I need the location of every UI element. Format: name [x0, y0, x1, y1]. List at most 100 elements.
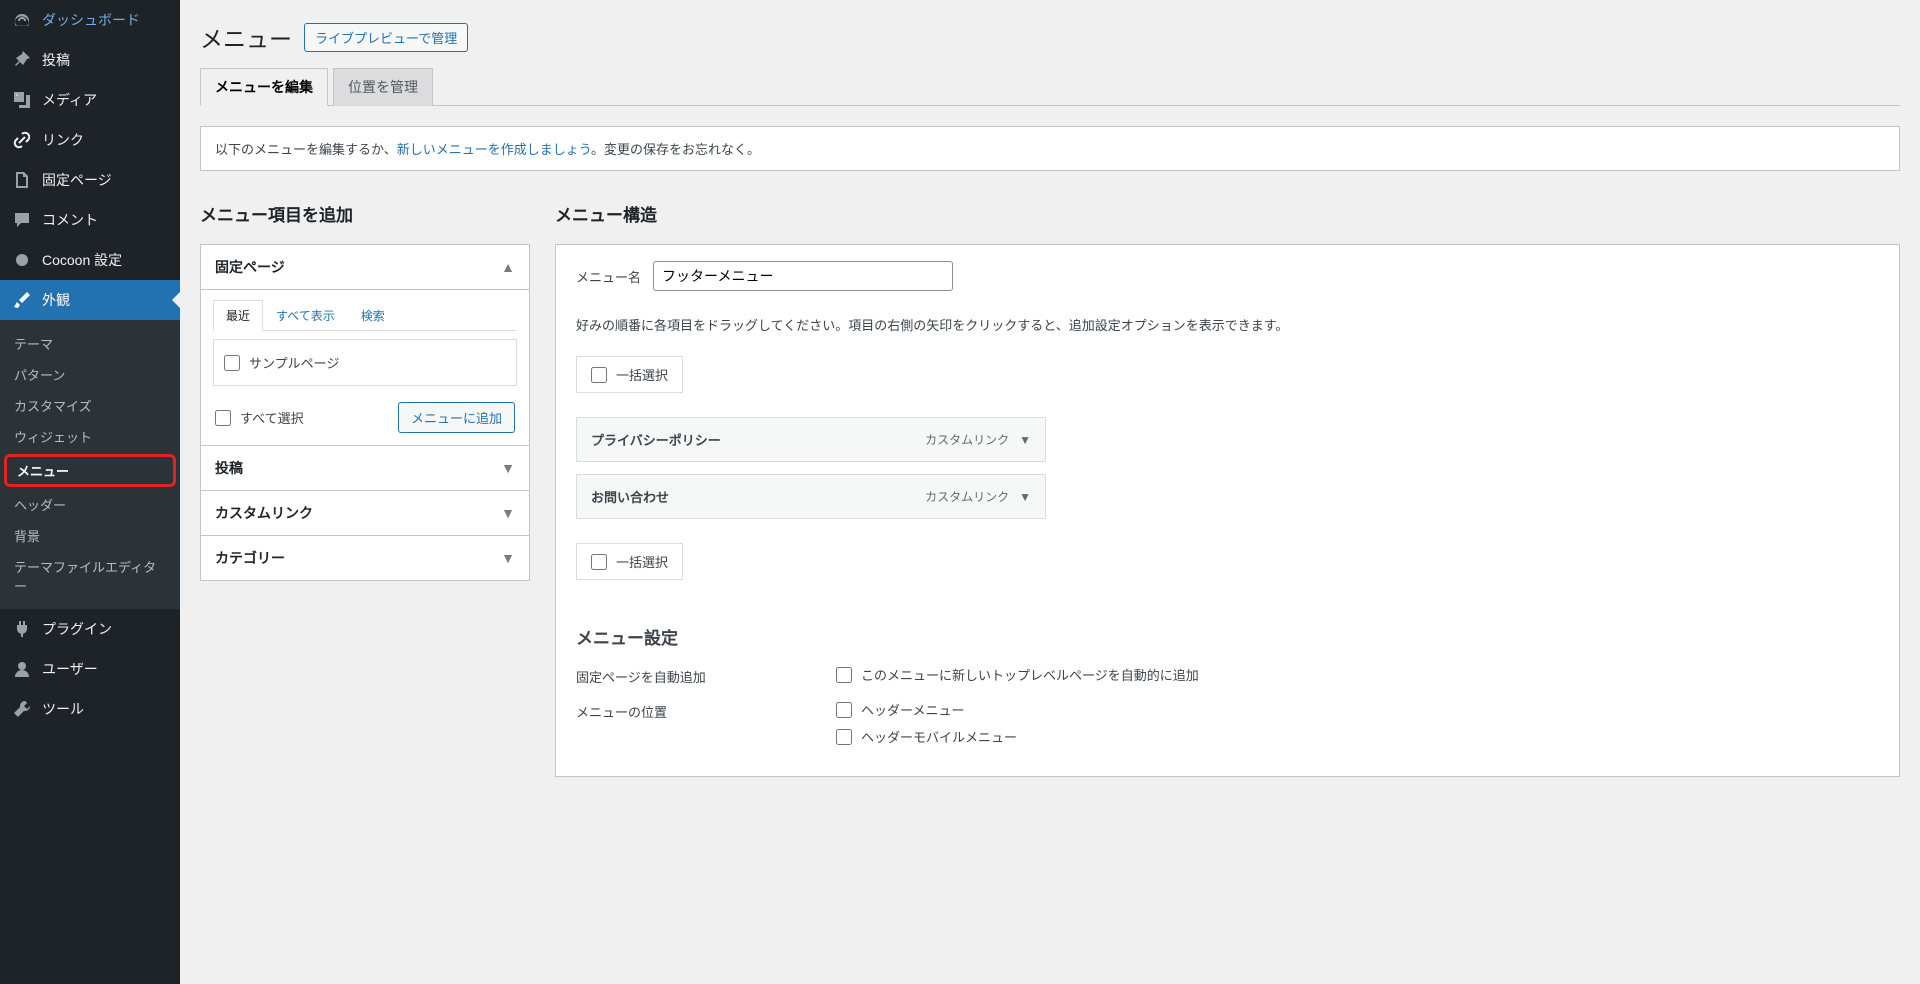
menu-item-meta: カスタムリンク ▼	[925, 431, 1031, 448]
submenu-item-widgets[interactable]: ウィジェット	[0, 421, 180, 452]
sidebar-item-appearance[interactable]: 外観	[0, 280, 180, 320]
tab-edit-menus[interactable]: メニューを編集	[200, 68, 328, 106]
auto-add-row: 固定ページを自動追加 このメニューに新しいトップレベルページを自動的に追加	[576, 665, 1879, 686]
sidebar-item-label: プラグイン	[42, 619, 112, 639]
submenu-item-patterns[interactable]: パターン	[0, 359, 180, 390]
tab-manage-locations[interactable]: 位置を管理	[333, 68, 433, 106]
metabox-posts-header[interactable]: 投稿 ▼	[201, 446, 529, 490]
page-header: メニュー ライブプレビューで管理	[200, 10, 1900, 68]
brush-icon	[12, 290, 32, 310]
sidebar-item-label: 外観	[42, 290, 70, 310]
create-new-menu-link[interactable]: 新しいメニューを作成しましょう	[397, 142, 591, 157]
chevron-up-icon: ▲	[501, 259, 515, 275]
tab-recent[interactable]: 最近	[213, 300, 263, 331]
location-checkbox[interactable]	[836, 702, 852, 718]
menu-name-input[interactable]	[653, 261, 953, 291]
sidebar-item-tools[interactable]: ツール	[0, 689, 180, 729]
edit-notice: 以下のメニューを編集するか、新しいメニューを作成しましょう。変更の保存をお忘れな…	[200, 126, 1900, 171]
menu-item-title: お問い合わせ	[591, 487, 669, 506]
sidebar-item-pages[interactable]: 固定ページ	[0, 160, 180, 200]
admin-sidebar: ダッシュボード 投稿 メディア リンク 固定ページ コメント Cocoon 設定…	[0, 0, 180, 984]
sidebar-item-label: ツール	[42, 699, 84, 719]
dashboard-icon	[12, 10, 32, 30]
page-item-checkbox[interactable]	[224, 355, 240, 371]
metabox-pages-header[interactable]: 固定ページ ▲	[201, 245, 529, 289]
notice-text-after: 。変更の保存をお忘れなく。	[591, 142, 760, 157]
chevron-down-icon: ▼	[501, 505, 515, 521]
chevron-down-icon[interactable]: ▼	[1019, 490, 1031, 504]
submenu-item-customize[interactable]: カスタマイズ	[0, 390, 180, 421]
metabox-pages: 固定ページ ▲ 最近 すべて表示 検索 サンプルページ	[200, 244, 530, 446]
add-items-title: メニュー項目を追加	[200, 201, 530, 226]
bulk-select-checkbox[interactable]	[591, 367, 607, 383]
sidebar-item-links[interactable]: リンク	[0, 120, 180, 160]
sidebar-item-users[interactable]: ユーザー	[0, 649, 180, 689]
metabox-pages-title: 固定ページ	[215, 257, 285, 277]
appearance-submenu: テーマ パターン カスタマイズ ウィジェット メニュー ヘッダー 背景 テーマフ…	[0, 320, 180, 609]
menu-item-title: プライバシーポリシー	[591, 430, 721, 449]
bulk-select-label: 一括選択	[616, 552, 668, 571]
sidebar-item-label: Cocoon 設定	[42, 250, 122, 270]
locations-label: メニューの位置	[576, 700, 836, 721]
bulk-select-checkbox[interactable]	[591, 554, 607, 570]
metabox-categories-title: カテゴリー	[215, 548, 285, 568]
menu-name-row: メニュー名	[576, 261, 1879, 291]
tab-search[interactable]: 検索	[348, 300, 398, 331]
notice-text-before: 以下のメニューを編集するか、	[215, 142, 397, 157]
bulk-select-top[interactable]: 一括選択	[576, 356, 683, 393]
tab-view-all[interactable]: すべて表示	[263, 300, 348, 331]
submenu-item-themes[interactable]: テーマ	[0, 328, 180, 359]
select-all-pages[interactable]: すべて選択	[215, 405, 304, 430]
metabox-custom-links: カスタムリンク ▼	[200, 491, 530, 536]
chevron-down-icon[interactable]: ▼	[1019, 433, 1031, 447]
location-header-menu[interactable]: ヘッダーメニュー	[836, 700, 1017, 719]
menu-structure-column: メニュー構造 メニュー名 好みの順番に各項目をドラッグしてください。項目の右側の…	[555, 201, 1900, 777]
metabox-categories-header[interactable]: カテゴリー ▼	[201, 536, 529, 580]
pages-checklist: サンプルページ	[213, 339, 517, 386]
select-all-label: すべて選択	[240, 408, 304, 427]
submenu-item-background[interactable]: 背景	[0, 520, 180, 551]
select-all-checkbox[interactable]	[215, 410, 231, 426]
sidebar-item-comments[interactable]: コメント	[0, 200, 180, 240]
chevron-down-icon: ▼	[501, 550, 515, 566]
auto-add-option-text: このメニューに新しいトップレベルページを自動的に追加	[861, 665, 1199, 684]
drag-instructions: 好みの順番に各項目をドラッグしてください。項目の右側の矢印をクリックすると、追加…	[576, 315, 1879, 334]
comment-icon	[12, 210, 32, 230]
metabox-custom-header[interactable]: カスタムリンク ▼	[201, 491, 529, 535]
auto-add-option[interactable]: このメニューに新しいトップレベルページを自動的に追加	[836, 665, 1199, 684]
sidebar-item-posts[interactable]: 投稿	[0, 40, 180, 80]
locations-row: メニューの位置 ヘッダーメニュー ヘッダーモバイルメニュー	[576, 700, 1879, 746]
page-item-sample[interactable]: サンプルページ	[224, 350, 506, 375]
menu-structure-box: メニュー名 好みの順番に各項目をドラッグしてください。項目の右側の矢印をクリック…	[555, 244, 1900, 777]
pages-footer: すべて選択 メニューに追加	[213, 398, 517, 435]
menu-editor: メニュー項目を追加 固定ページ ▲ 最近 すべて表示 検索 サンプル	[200, 201, 1900, 777]
page-title: メニュー	[200, 20, 292, 54]
submenu-item-header[interactable]: ヘッダー	[0, 489, 180, 520]
metabox-categories: カテゴリー ▼	[200, 536, 530, 581]
auto-add-checkbox[interactable]	[836, 667, 852, 683]
sidebar-item-plugins[interactable]: プラグイン	[0, 609, 180, 649]
metabox-pages-body: 最近 すべて表示 検索 サンプルページ すべて選択	[201, 289, 529, 445]
sidebar-item-cocoon[interactable]: Cocoon 設定	[0, 240, 180, 280]
menu-item-meta: カスタムリンク ▼	[925, 488, 1031, 505]
location-header-mobile-menu[interactable]: ヘッダーモバイルメニュー	[836, 727, 1017, 746]
add-to-menu-button[interactable]: メニューに追加	[398, 402, 515, 433]
plug-icon	[12, 619, 32, 639]
menu-name-label: メニュー名	[576, 267, 641, 286]
pages-inner-tabs: 最近 すべて表示 検索	[213, 300, 517, 331]
submenu-item-theme-file-editor[interactable]: テーマファイルエディター	[0, 551, 180, 601]
menu-item-handle[interactable]: お問い合わせ カスタムリンク ▼	[576, 474, 1046, 519]
sidebar-item-label: 投稿	[42, 50, 70, 70]
location-checkbox[interactable]	[836, 729, 852, 745]
metabox-custom-title: カスタムリンク	[215, 503, 313, 523]
main-content: メニュー ライブプレビューで管理 メニューを編集 位置を管理 以下のメニューを編…	[180, 0, 1920, 984]
bulk-select-bottom[interactable]: 一括選択	[576, 543, 683, 580]
live-preview-button[interactable]: ライブプレビューで管理	[304, 23, 468, 52]
submenu-item-menus[interactable]: メニュー	[4, 454, 176, 487]
sidebar-item-dashboard[interactable]: ダッシュボード	[0, 0, 180, 40]
sidebar-item-media[interactable]: メディア	[0, 80, 180, 120]
menu-item-handle[interactable]: プライバシーポリシー カスタムリンク ▼	[576, 417, 1046, 462]
page-icon	[12, 170, 32, 190]
menu-settings-title: メニュー設定	[576, 624, 1879, 649]
sidebar-item-label: 固定ページ	[42, 170, 112, 190]
